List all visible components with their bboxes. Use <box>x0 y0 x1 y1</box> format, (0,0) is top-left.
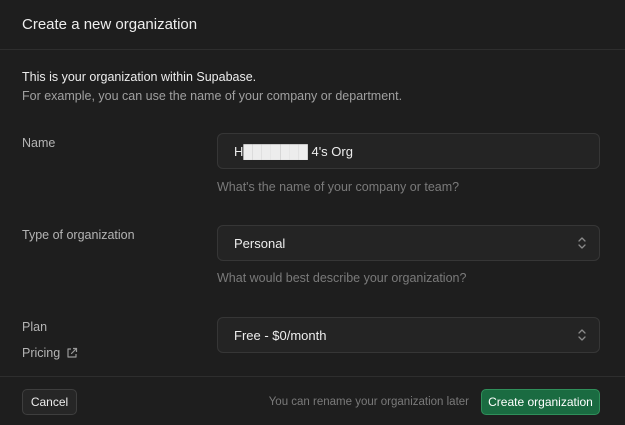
create-organization-dialog: Create a new organization This is your o… <box>0 0 625 425</box>
cancel-button[interactable]: Cancel <box>22 389 77 415</box>
type-label: Type of organization <box>22 228 135 242</box>
dialog-title: Create a new organization <box>22 16 198 33</box>
dialog-footer: Cancel You can rename your organization … <box>0 376 625 425</box>
external-link-icon <box>67 347 78 358</box>
type-hint: What would best describe your organizati… <box>217 271 467 285</box>
dialog-header: Create a new organization <box>0 0 625 50</box>
plan-select[interactable]: Free - $0/month <box>217 317 600 353</box>
dialog-intro: This is your organization within Supabas… <box>22 68 402 106</box>
type-select-value: Personal <box>234 235 286 251</box>
type-select[interactable]: Personal <box>217 225 600 261</box>
intro-text: This is your organization within Supabas… <box>22 70 257 84</box>
rename-note: You can rename your organization later <box>268 396 469 408</box>
plan-label: Plan <box>22 320 48 334</box>
name-hint: What's the name of your company or team? <box>217 180 460 194</box>
pricing-link[interactable]: Pricing <box>22 346 78 360</box>
name-label: Name <box>22 136 56 150</box>
intro-subtext: For example, you can use the name of you… <box>22 89 403 103</box>
name-input-value: H███████ 4's Org <box>234 143 353 159</box>
plan-select-value: Free - $0/month <box>234 327 327 343</box>
pricing-link-label: Pricing <box>22 346 61 360</box>
create-organization-button[interactable]: Create organization <box>481 389 600 415</box>
chevron-updown-icon <box>578 237 586 249</box>
chevron-updown-icon <box>578 329 586 341</box>
name-input[interactable]: H███████ 4's Org <box>217 133 600 169</box>
